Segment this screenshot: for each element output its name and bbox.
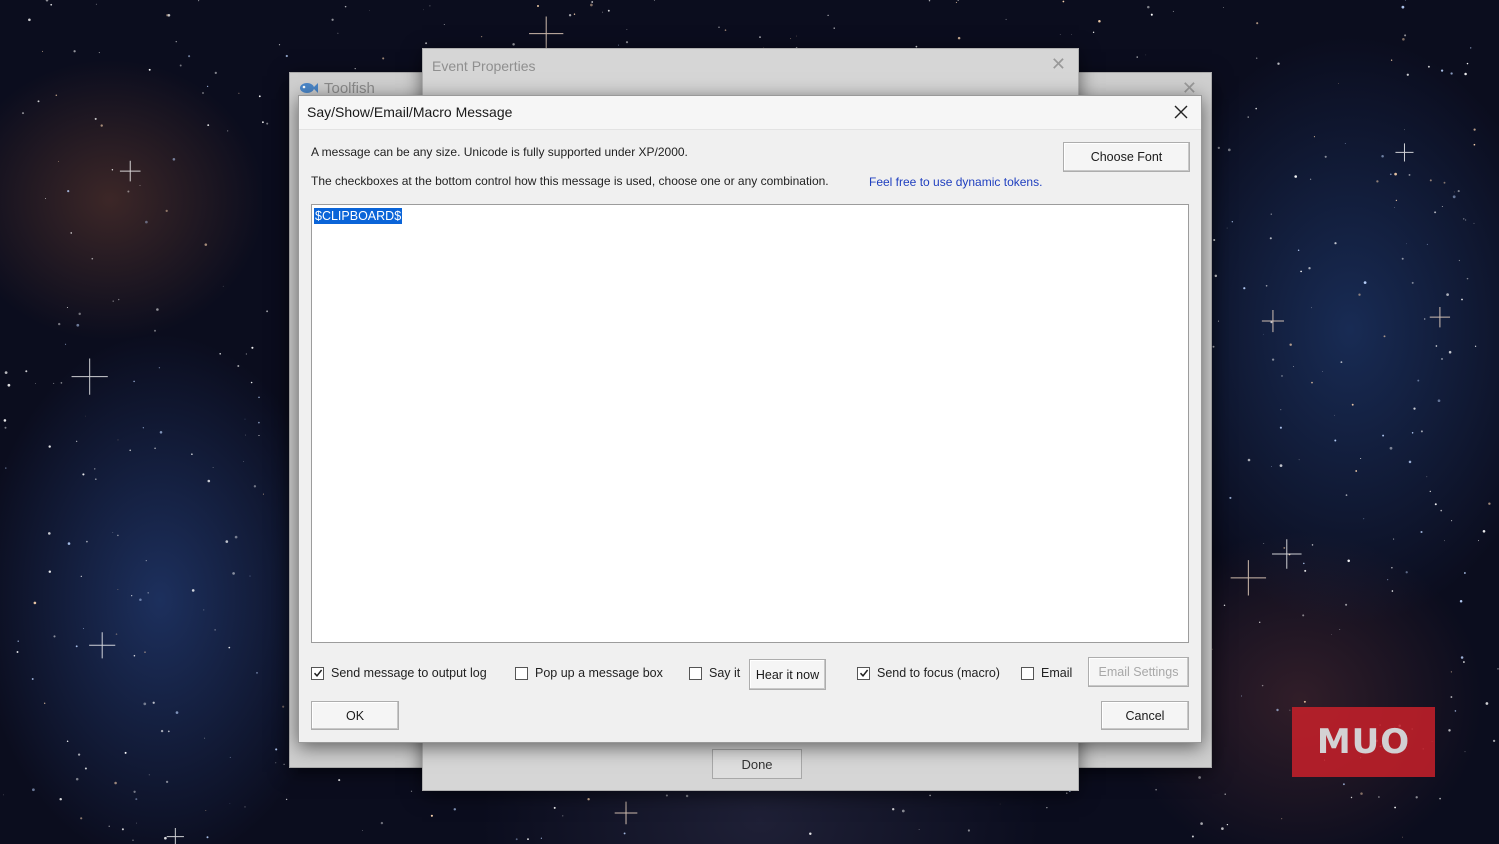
hear-it-now-button[interactable]: Hear it now: [749, 659, 826, 690]
checkbox-box: [311, 666, 324, 680]
message-textarea[interactable]: $CLIPBOARD$: [311, 204, 1189, 643]
muo-watermark-logo: MUO: [1292, 707, 1435, 777]
checkbox-box: [515, 666, 528, 680]
checkbox-box: [857, 666, 870, 680]
dialog-close-button[interactable]: [1169, 100, 1193, 124]
selected-message-text: $CLIPBOARD$: [314, 208, 403, 224]
checkmark-icon: [859, 669, 868, 677]
close-icon[interactable]: ✕: [1051, 54, 1066, 75]
close-icon: [1174, 105, 1188, 119]
email-settings-button: Email Settings: [1088, 657, 1189, 687]
done-button[interactable]: Done: [712, 749, 802, 779]
pop-up-message-box-checkbox[interactable]: Pop up a message box: [515, 666, 663, 680]
info-text-checkboxes: The checkboxes at the bottom control how…: [311, 174, 829, 188]
checkbox-box: [689, 666, 702, 680]
choose-font-button[interactable]: Choose Font: [1063, 142, 1190, 172]
event-properties-title: Event Properties: [432, 58, 536, 74]
checkbox-box: [1021, 666, 1034, 680]
say-it-checkbox[interactable]: Say it: [689, 666, 740, 680]
message-dialog: Say/Show/Email/Macro Message A message c…: [298, 95, 1202, 743]
cancel-button[interactable]: Cancel: [1101, 701, 1189, 730]
fish-icon: [300, 83, 318, 93]
ok-button[interactable]: OK: [311, 701, 399, 730]
send-to-output-log-checkbox[interactable]: Send message to output log: [311, 666, 487, 680]
dynamic-tokens-link[interactable]: Feel free to use dynamic tokens.: [869, 175, 1042, 189]
checkmark-icon: [313, 669, 322, 677]
dialog-title: Say/Show/Email/Macro Message: [307, 104, 513, 120]
send-to-focus-checkbox[interactable]: Send to focus (macro): [857, 666, 1000, 680]
info-text-size: A message can be any size. Unicode is fu…: [311, 145, 688, 159]
email-checkbox[interactable]: Email: [1021, 666, 1072, 680]
